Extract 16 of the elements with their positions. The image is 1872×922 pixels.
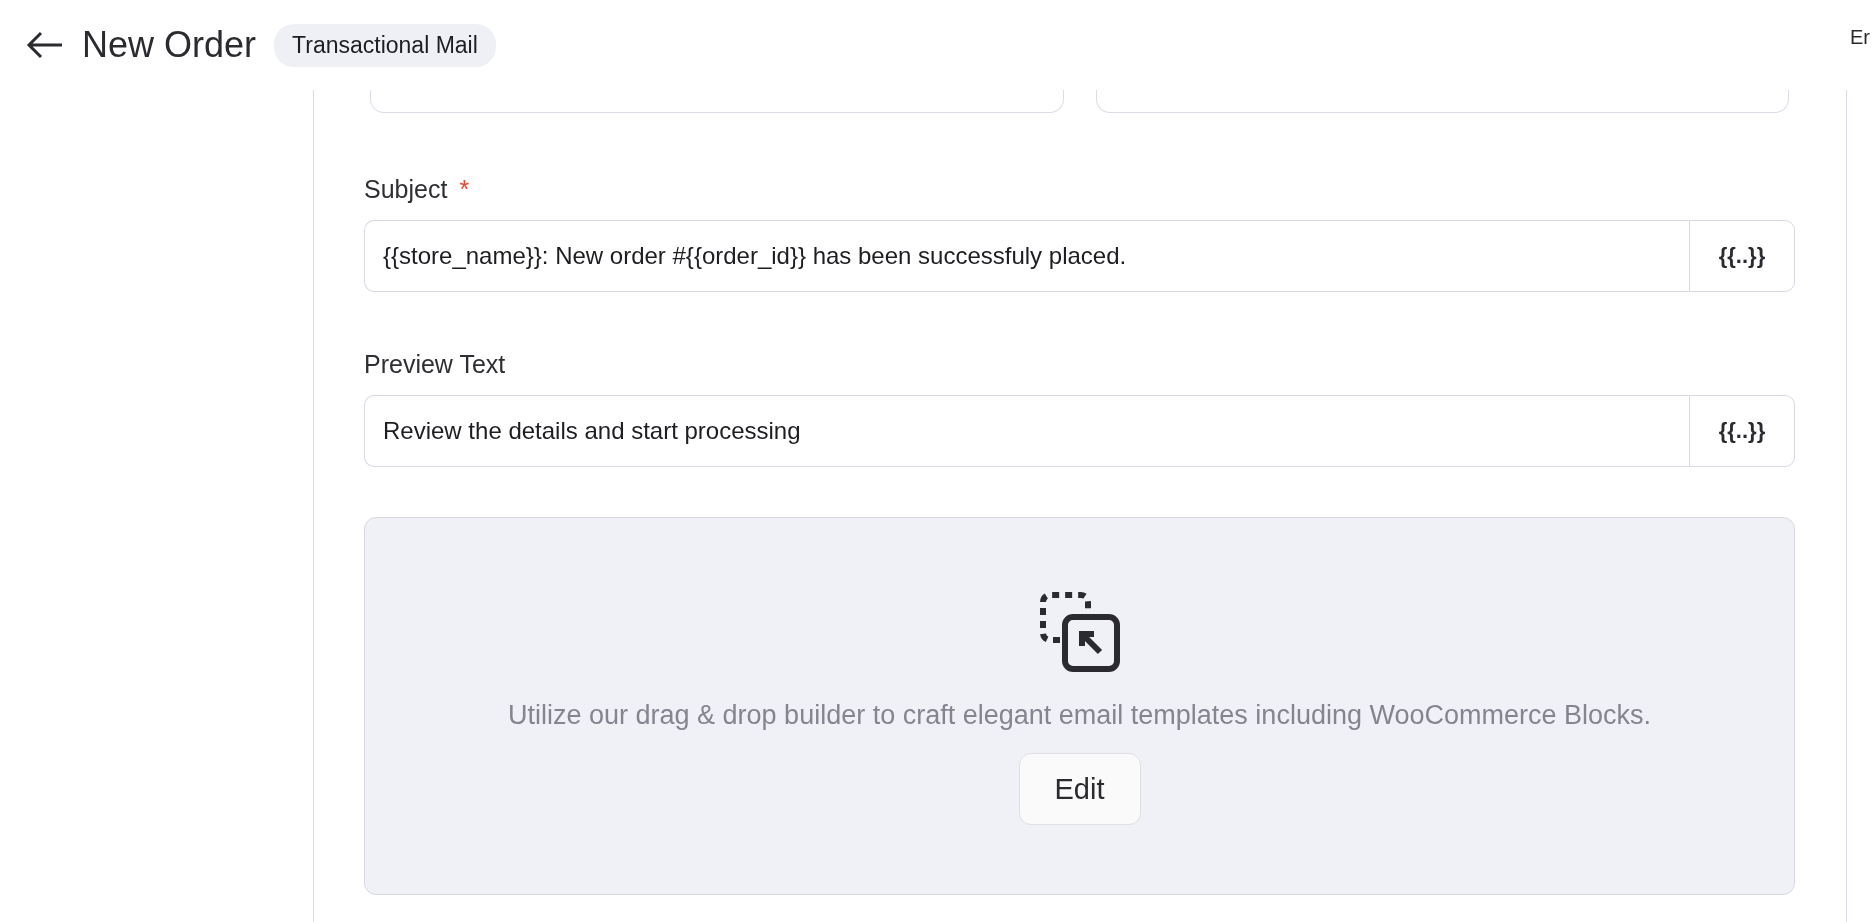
field-label: Preview Text: [364, 350, 506, 379]
header-text: Er: [1850, 26, 1871, 49]
merge-tag-button[interactable]: {{..}}: [1689, 395, 1795, 467]
input-field[interactable]: [370, 90, 1064, 113]
drag-drop-icon: [1037, 590, 1122, 674]
page-title: New Order: [82, 24, 257, 66]
input-field[interactable]: Review the details and start processing: [364, 395, 1689, 467]
builder-description: Utilize our drag & drop builder to craft elegant email templates including WooCommerce Blocks.: [508, 700, 1651, 731]
input-field[interactable]: {{store_name}}: New order #{{order_id}} has been successfuly placed.: [364, 220, 1689, 292]
required-mark: *: [459, 175, 470, 204]
input-field[interactable]: [1095, 90, 1789, 113]
merge-tag-button[interactable]: {{..}}: [1689, 220, 1795, 292]
field-label: Subject: [364, 175, 448, 204]
back-arrow-icon[interactable]: [26, 30, 64, 60]
edit-button[interactable]: Edit: [1018, 753, 1141, 825]
mail-type-badge: Transactional Mail: [274, 23, 496, 67]
